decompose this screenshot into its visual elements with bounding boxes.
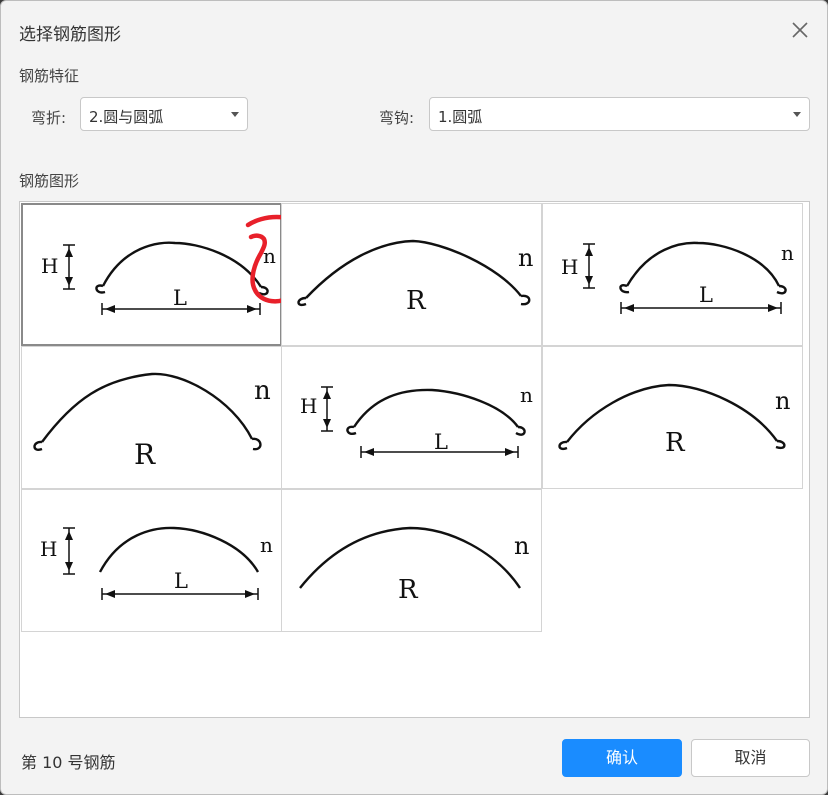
length-label: L (434, 430, 448, 454)
length-label: L (699, 283, 713, 307)
radius-label: R (398, 575, 419, 605)
hook-count-label: n (514, 532, 529, 560)
hook-count-label: n (781, 241, 794, 265)
height-label: H (40, 537, 57, 561)
select-rebar-shape-dialog: 选择钢筋图形 钢筋特征 弯折: 2.圆与圆弧 弯钩: 1.圆弧 钢筋图形 H L… (0, 0, 828, 795)
rebar-shape-heading: 钢筋图形 (19, 172, 80, 190)
rebar-shape-grid: H L n R n H L n R n H L n R n H L n R n (19, 201, 810, 718)
radius-label: R (134, 438, 156, 471)
hook-label: 弯钩: (379, 109, 415, 127)
height-label: H (300, 394, 317, 418)
length-label: L (174, 569, 188, 593)
height-label: H (41, 254, 58, 278)
radius-label: R (665, 428, 686, 458)
dialog-title: 选择钢筋图形 (19, 25, 121, 45)
rebar-shape-option-1[interactable]: H L n (21, 203, 284, 346)
rebar-shape-option-7[interactable]: H L n (21, 489, 282, 632)
rebar-shape-option-5[interactable]: H L n (281, 346, 542, 489)
rebar-shape-option-2[interactable]: R n (281, 203, 542, 346)
hook-count-label: n (254, 376, 271, 406)
close-icon[interactable] (787, 17, 813, 43)
rebar-shape-option-3[interactable]: H L n (542, 203, 803, 346)
hook-select[interactable]: 1.圆弧 (429, 97, 810, 131)
hook-count-label: n (775, 387, 790, 415)
height-label: H (561, 255, 578, 279)
bend-label: 弯折: (31, 109, 67, 127)
length-label: L (173, 286, 187, 310)
hook-count-label: n (520, 383, 533, 407)
radius-label: R (406, 286, 427, 316)
confirm-button[interactable]: 确认 (562, 739, 682, 777)
chevron-down-icon (793, 112, 801, 117)
hook-count-label: n (518, 244, 533, 272)
chevron-down-icon (231, 112, 239, 117)
rebar-shape-option-6[interactable]: R n (542, 346, 803, 489)
hook-count-label: n (260, 533, 273, 557)
bend-select[interactable]: 2.圆与圆弧 (80, 97, 248, 131)
rebar-feature-heading: 钢筋特征 (19, 67, 80, 85)
cancel-button[interactable]: 取消 (691, 739, 810, 777)
rebar-shape-option-4[interactable]: R n (21, 346, 282, 489)
selected-rebar-status: 第 10 号钢筋 (21, 753, 116, 772)
rebar-shape-option-8[interactable]: R n (281, 489, 542, 632)
hook-select-value: 1.圆弧 (438, 108, 483, 126)
bend-select-value: 2.圆与圆弧 (89, 108, 164, 126)
